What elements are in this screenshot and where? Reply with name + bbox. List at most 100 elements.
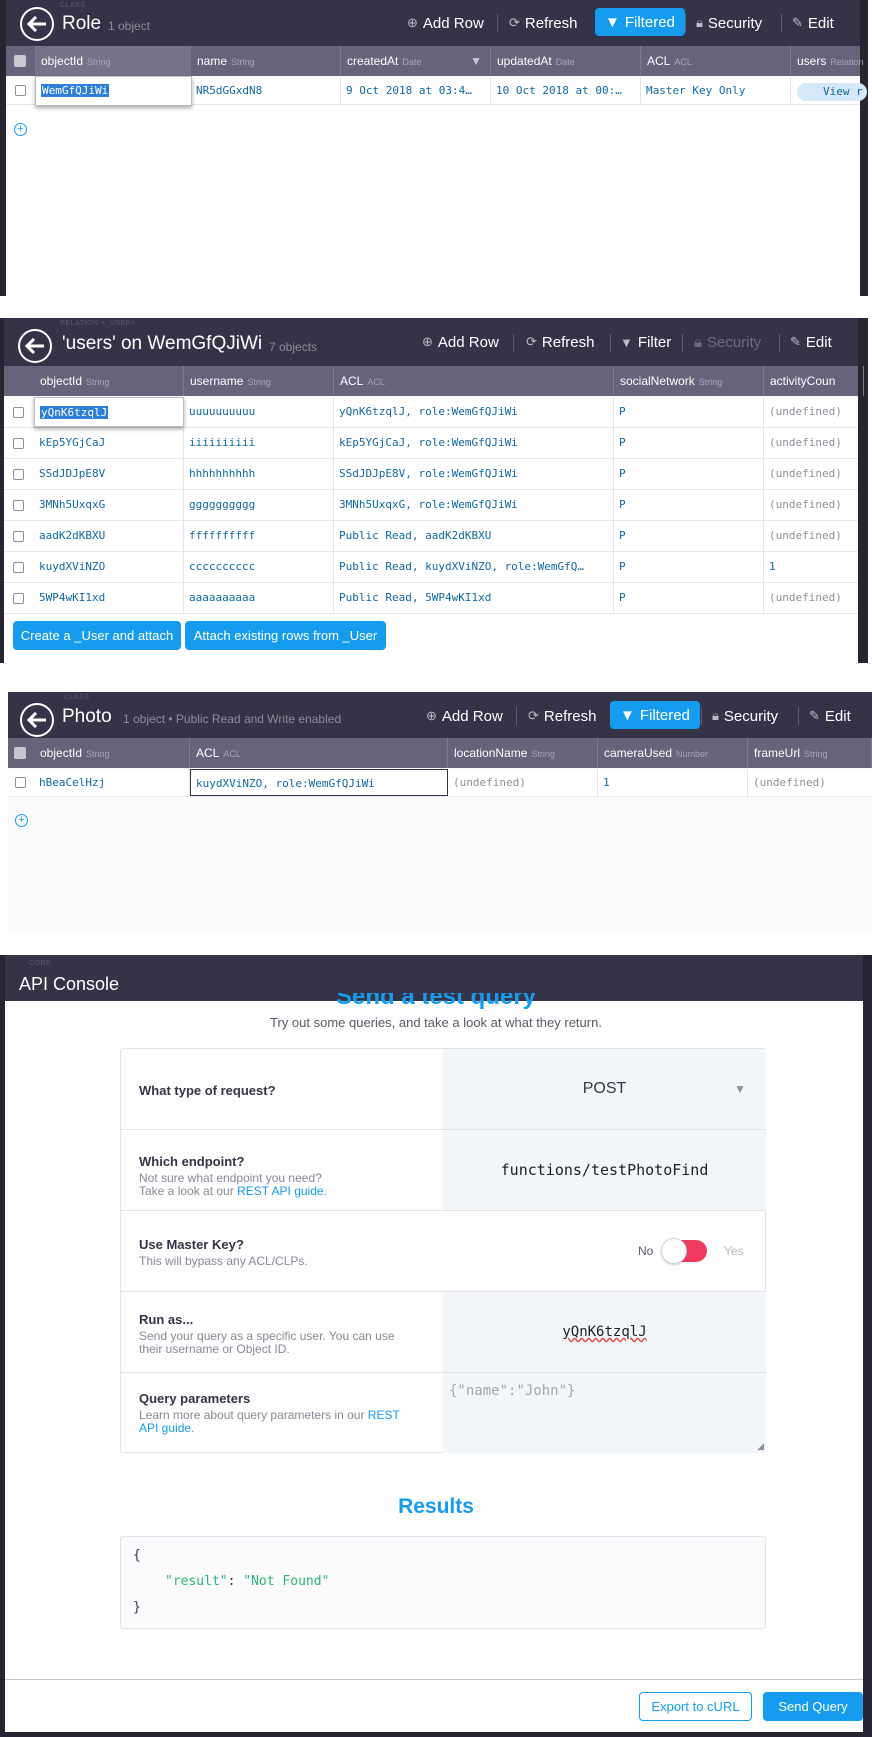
acl-cell[interactable]: kEp5YGjCaJ, role:WemGfQJiWi (334, 428, 614, 458)
activitycount-cell[interactable]: (undefined) (764, 397, 864, 427)
export-curl-button[interactable]: Export to cURL (639, 1692, 752, 1721)
column-header-acl[interactable]: ACL ACL (641, 46, 791, 76)
security-button[interactable]: 🔒︎ Security (696, 10, 762, 36)
column-header-activitycount[interactable]: activityCoun (764, 366, 864, 396)
column-header-username[interactable]: username String (184, 366, 334, 396)
acl-cell[interactable]: 3MNh5UxqxG, role:WemGfQJiWi (334, 490, 614, 520)
objectid-cell[interactable]: 5WP4wKI1xd (34, 583, 184, 613)
rest-api-guide-link[interactable]: REST API guide (237, 1184, 324, 1198)
createdat-cell[interactable]: 9 Oct 2018 at 03:4… (341, 77, 491, 104)
back-arrow-icon[interactable] (20, 7, 54, 41)
objectid-cell[interactable]: SSdJDJpE8V (34, 459, 184, 489)
column-header-objectid[interactable]: objectId String (35, 46, 191, 76)
master-key-toggle[interactable] (661, 1238, 707, 1264)
activitycount-cell[interactable]: 1 (764, 552, 864, 582)
row-checkbox[interactable] (13, 500, 24, 511)
create-user-attach-button[interactable]: Create a _User and attach (13, 621, 181, 650)
select-all-checkbox[interactable] (14, 55, 26, 67)
row-checkbox[interactable] (15, 777, 26, 788)
column-header-locationname[interactable]: locationName String (448, 738, 598, 768)
sort-desc-icon[interactable]: ▼ (470, 46, 482, 76)
edit-button[interactable]: ✎ Edit (792, 10, 834, 36)
filter-button[interactable]: ▼ Filtered (610, 701, 700, 729)
socialnetwork-cell[interactable]: P (614, 521, 764, 551)
column-header-acl[interactable]: ACL ACL (334, 366, 614, 396)
frameurl-cell[interactable]: (undefined) (748, 769, 872, 796)
users-cell[interactable]: View r (791, 77, 868, 104)
updatedat-cell[interactable]: 10 Oct 2018 at 00:… (491, 77, 641, 104)
column-header-cameraused[interactable]: cameraUsed Number (598, 738, 748, 768)
locationname-cell[interactable]: (undefined) (448, 769, 598, 796)
column-header-objectid[interactable]: objectId String (34, 366, 184, 396)
row-checkbox[interactable] (13, 593, 24, 604)
socialnetwork-cell[interactable]: P (614, 397, 764, 427)
acl-cell[interactable]: Public Read, kuydXViNZO, role:WemGfQ… (334, 552, 614, 582)
add-row-button[interactable]: ⊕ Add Row (407, 10, 484, 36)
add-row-icon[interactable]: + (15, 814, 28, 827)
column-header-frameurl[interactable]: frameUrl String (748, 738, 872, 768)
activitycount-cell[interactable]: (undefined) (764, 490, 864, 520)
filter-button[interactable]: ▼ Filter (620, 329, 671, 355)
socialnetwork-cell[interactable]: P (614, 459, 764, 489)
acl-cell[interactable]: yQnK6tzqlJ, role:WemGfQJiWi (334, 397, 614, 427)
activitycount-cell[interactable]: (undefined) (764, 459, 864, 489)
refresh-button[interactable]: ⟳ Refresh (509, 10, 577, 36)
socialnetwork-cell[interactable]: P (614, 552, 764, 582)
security-button[interactable]: 🔒︎ Security (712, 703, 778, 729)
add-row-button[interactable]: ⊕ Add Row (426, 703, 503, 729)
security-button[interactable]: 🔒︎ Security (694, 329, 761, 355)
back-arrow-icon[interactable] (18, 329, 52, 363)
objectid-cell[interactable]: kEp5YGjCaJ (34, 428, 184, 458)
edit-button[interactable]: ✎ Edit (790, 329, 832, 355)
column-header-createdat[interactable]: createdAt Date ▼ (341, 46, 491, 76)
activitycount-cell[interactable]: (undefined) (764, 583, 864, 613)
objectid-cell[interactable]: aadK2dKBXU (34, 521, 184, 551)
row-checkbox[interactable] (15, 85, 26, 96)
username-cell[interactable]: iiiiiiiiii (184, 428, 334, 458)
activitycount-cell[interactable]: (undefined) (764, 428, 864, 458)
activitycount-cell[interactable]: (undefined) (764, 521, 864, 551)
run-as-input[interactable]: yQnK6tzqlJ (443, 1292, 766, 1372)
cameraused-cell[interactable]: 1 (598, 769, 748, 796)
objectid-cell[interactable]: 3MNh5UxqxG (34, 490, 184, 520)
acl-cell[interactable]: Public Read, 5WP4wKI1xd (334, 583, 614, 613)
edit-button[interactable]: ✎ Edit (809, 703, 851, 729)
request-type-select[interactable]: POST ▼ (443, 1049, 766, 1129)
username-cell[interactable]: gggggggggg (184, 490, 334, 520)
objectid-cell[interactable]: WemGfQJiWi (35, 76, 192, 106)
refresh-button[interactable]: ⟳ Refresh (526, 329, 594, 355)
username-cell[interactable]: uuuuuuuuuu (184, 397, 334, 427)
column-header-acl[interactable]: ACL ACL (190, 738, 448, 768)
resize-handle-icon[interactable]: ◢ (757, 1441, 764, 1452)
username-cell[interactable]: aaaaaaaaaa (184, 583, 334, 613)
view-relation-button[interactable]: View r (797, 83, 867, 101)
column-header-name[interactable]: name String (191, 46, 341, 76)
acl-cell[interactable]: Master Key Only (641, 77, 791, 104)
socialnetwork-cell[interactable]: P (614, 428, 764, 458)
row-checkbox[interactable] (13, 407, 24, 418)
row-checkbox[interactable] (13, 562, 24, 573)
column-header-socialnetwork[interactable]: socialNetwork String (614, 366, 764, 396)
filter-button[interactable]: ▼ Filtered (595, 8, 685, 36)
objectid-cell[interactable]: hBeaCelHzj (34, 769, 190, 796)
send-query-button[interactable]: Send Query (763, 1692, 863, 1721)
acl-cell[interactable]: SSdJDJpE8V, role:WemGfQJiWi (334, 459, 614, 489)
column-header-users[interactable]: users Relation (791, 46, 868, 76)
username-cell[interactable]: hhhhhhhhhh (184, 459, 334, 489)
acl-cell[interactable]: kuydXViNZO, role:WemGfQJiWi (190, 769, 448, 796)
row-checkbox[interactable] (13, 531, 24, 542)
select-all-checkbox[interactable] (14, 747, 26, 759)
acl-cell[interactable]: Public Read, aadK2dKBXU (334, 521, 614, 551)
endpoint-input[interactable]: functions/testPhotoFind (443, 1130, 766, 1210)
add-row-button[interactable]: ⊕ Add Row (422, 329, 499, 355)
socialnetwork-cell[interactable]: P (614, 490, 764, 520)
row-checkbox[interactable] (13, 438, 24, 449)
column-header-objectid[interactable]: objectId String (34, 738, 190, 768)
name-cell[interactable]: NR5dGGxdN8 (191, 77, 341, 104)
add-row-icon[interactable]: + (14, 123, 27, 136)
refresh-button[interactable]: ⟳ Refresh (528, 703, 596, 729)
back-arrow-icon[interactable] (20, 703, 54, 737)
objectid-cell[interactable]: yQnK6tzqlJ (34, 397, 184, 427)
socialnetwork-cell[interactable]: P (614, 583, 764, 613)
attach-existing-rows-button[interactable]: Attach existing rows from _User (185, 621, 386, 650)
